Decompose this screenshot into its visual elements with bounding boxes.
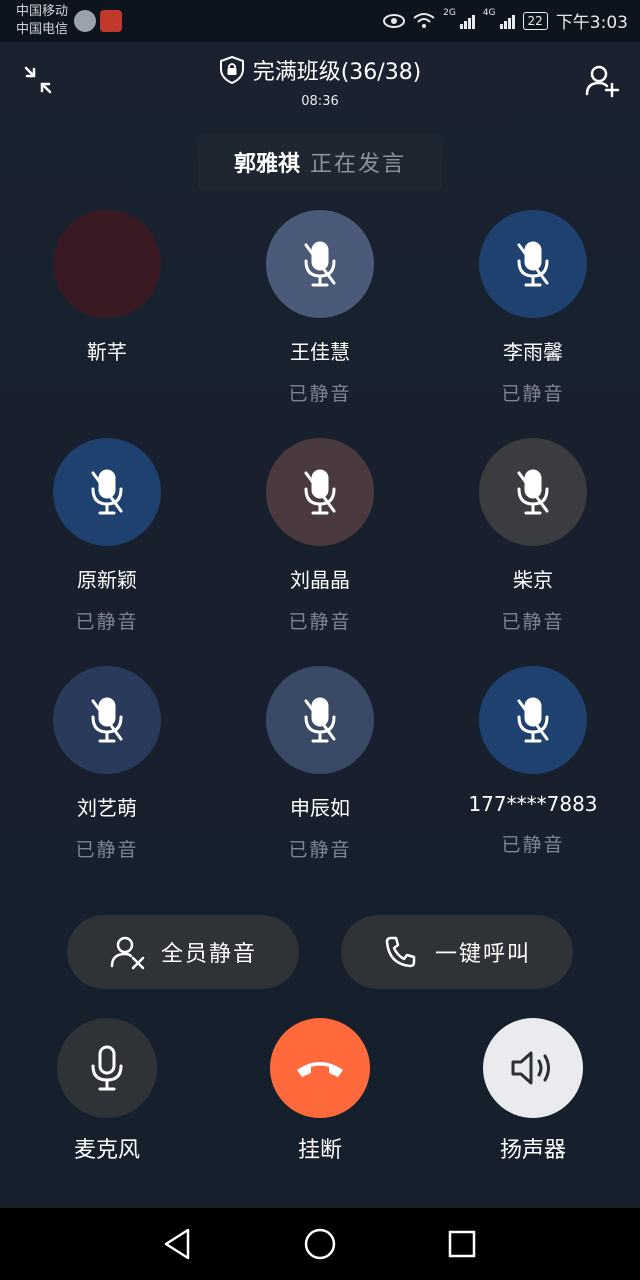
member-item[interactable]: 柴京 已静音 [426, 438, 640, 634]
mic-muted-icon [304, 241, 336, 287]
back-icon [164, 1228, 190, 1260]
mute-all-label: 全员静音 [160, 942, 257, 967]
member-name: 柴京 [513, 568, 553, 592]
shield-lock-icon [219, 56, 244, 84]
add-user-icon [585, 65, 620, 98]
member-status: 已静音 [501, 834, 565, 856]
carrier-2: 中国电信 [16, 22, 69, 37]
mic-muted-icon [517, 469, 549, 515]
mic-muted-icon [517, 697, 549, 743]
member-status: 已静音 [288, 383, 352, 405]
title-area: 完满班级(36/38) 08:36 [0, 54, 640, 109]
phone-icon [385, 936, 416, 968]
member-avatar[interactable] [479, 210, 587, 318]
mic-muted-icon [91, 469, 123, 515]
member-item[interactable]: 原新颖 已静音 [0, 438, 214, 634]
member-avatar[interactable] [266, 210, 374, 318]
speaker-name: 郭雅祺 [233, 152, 300, 177]
carrier-1: 中国移动 [16, 4, 69, 19]
speaker-icon [511, 1051, 550, 1085]
call-header: 完满班级(36/38) 08:36 [0, 42, 640, 122]
home-button[interactable] [300, 1224, 340, 1264]
add-member-button[interactable] [584, 62, 620, 98]
network-4g-label: 4G [482, 8, 496, 18]
member-item[interactable]: 靳芊 [0, 210, 214, 365]
member-status: 已静音 [75, 611, 139, 633]
signal-icon-2 [499, 13, 515, 29]
member-name: 申辰如 [290, 796, 350, 820]
member-avatar[interactable] [479, 438, 587, 546]
member-item[interactable]: 刘艺萌 已静音 [0, 666, 214, 862]
member-name: 王佳慧 [290, 340, 350, 364]
member-status: 已静音 [75, 839, 139, 861]
mic-muted-icon [91, 697, 123, 743]
battery-level: 22 [522, 11, 548, 30]
call-timer: 08:36 [301, 94, 339, 109]
member-item[interactable]: 申辰如 已静音 [213, 666, 427, 862]
hang-up-label: 挂断 [297, 1138, 342, 1163]
mute-all-button[interactable]: 全员静音 [67, 915, 299, 989]
member-avatar[interactable] [53, 666, 161, 774]
speaker-button[interactable] [483, 1018, 583, 1118]
status-right: 2G 4G 22 下午3:03 [383, 8, 628, 33]
member-avatar[interactable] [266, 438, 374, 546]
app-notification-icon [74, 10, 96, 32]
member-avatar[interactable] [53, 438, 161, 546]
member-name: 李雨馨 [503, 340, 563, 364]
clock: 下午3:03 [555, 13, 628, 33]
member-name: 刘艺萌 [77, 796, 137, 820]
member-status: 已静音 [288, 839, 352, 861]
signal-icon [459, 13, 475, 29]
call-all-label: 一键呼叫 [434, 942, 531, 967]
notification-icons [74, 10, 122, 32]
status-bar: 中国移动 中国电信 2G 4G 22 下午3:03 [0, 0, 640, 42]
member-avatar[interactable] [479, 666, 587, 774]
eye-icon [383, 13, 406, 28]
hang-up-icon [297, 1062, 343, 1077]
recents-icon [448, 1230, 476, 1258]
speaker-label: 扬声器 [499, 1138, 566, 1163]
member-item[interactable]: 王佳慧 已静音 [213, 210, 427, 406]
member-avatar[interactable] [53, 210, 161, 318]
member-item[interactable]: 刘晶晶 已静音 [213, 438, 427, 634]
speaking-text: 正在发言 [310, 152, 407, 177]
microphone-label: 麦克风 [73, 1138, 140, 1163]
network-2g-label: 2G [443, 8, 456, 18]
member-name: 177****7883 [468, 792, 598, 816]
group-title: 完满班级(36/38) [252, 60, 422, 85]
navigation-bar [0, 1208, 640, 1280]
member-status: 已静音 [501, 383, 565, 405]
hang-up-button[interactable] [270, 1018, 370, 1118]
member-item[interactable]: 177****7883 已静音 [426, 666, 640, 857]
recents-button[interactable] [442, 1224, 482, 1264]
member-item[interactable]: 李雨馨 已静音 [426, 210, 640, 406]
mic-muted-icon [304, 469, 336, 515]
member-name: 刘晶晶 [290, 568, 350, 592]
microphone-control[interactable]: 麦克风 [42, 1018, 172, 1164]
carrier-info: 中国移动 中国电信 [16, 3, 68, 39]
member-status: 已静音 [501, 611, 565, 633]
back-button[interactable] [158, 1224, 198, 1264]
mic-muted-icon [517, 241, 549, 287]
speaker-control[interactable]: 扬声器 [468, 1018, 598, 1164]
microphone-button[interactable] [57, 1018, 157, 1118]
member-name: 原新颖 [77, 568, 137, 592]
home-icon [304, 1228, 336, 1260]
wifi-icon [413, 12, 435, 28]
speaking-indicator: 郭雅祺 正在发言 [198, 133, 442, 191]
mic-notification-icon [100, 10, 122, 32]
member-avatar[interactable] [266, 666, 374, 774]
member-name: 靳芊 [87, 340, 127, 364]
mic-muted-icon [304, 697, 336, 743]
call-all-button[interactable]: 一键呼叫 [341, 915, 573, 989]
hang-up-control[interactable]: 挂断 [255, 1018, 385, 1164]
member-status: 已静音 [288, 611, 352, 633]
microphone-icon [91, 1045, 123, 1091]
mute-all-icon [110, 936, 145, 970]
